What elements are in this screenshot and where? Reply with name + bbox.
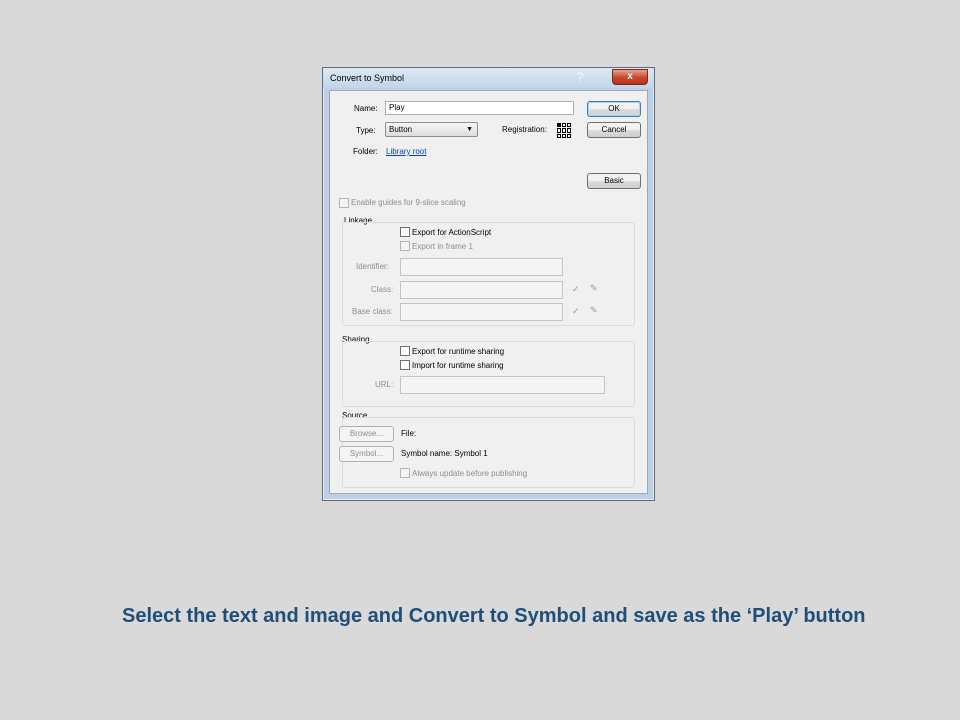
- registration-cell[interactable]: [557, 123, 561, 128]
- registration-cell[interactable]: [562, 123, 566, 128]
- chevron-down-icon: ▼: [466, 126, 473, 133]
- file-label: File:: [401, 429, 417, 438]
- type-select[interactable]: Button ▼: [385, 122, 478, 137]
- import-runtime-checkbox[interactable]: [400, 360, 410, 370]
- check-icon[interactable]: ✓: [572, 284, 580, 295]
- registration-cell[interactable]: [567, 123, 571, 128]
- always-update-checkbox[interactable]: [400, 468, 410, 478]
- class-label: Class:: [371, 285, 394, 294]
- type-label: Type:: [356, 126, 376, 135]
- registration-cell[interactable]: [562, 133, 566, 138]
- edit-pencil-icon[interactable]: ✎: [590, 283, 598, 294]
- export-actionscript-checkbox[interactable]: [400, 227, 410, 237]
- dialog-body: Name: Play Type: Button ▼ Registration: …: [329, 90, 648, 494]
- export-frame1-checkbox[interactable]: [400, 241, 410, 251]
- import-runtime-label: Import for runtime sharing: [412, 361, 504, 370]
- help-icon[interactable]: ?: [576, 69, 584, 85]
- name-label: Name:: [354, 104, 378, 113]
- registration-label: Registration:: [502, 125, 547, 134]
- nine-slice-checkbox[interactable]: [339, 198, 349, 208]
- dialog-title: Convert to Symbol: [330, 73, 405, 83]
- identifier-label: Identifier:: [356, 262, 389, 271]
- dialog-titlebar[interactable]: Convert to Symbol ? x: [323, 68, 654, 88]
- base-class-label: Base class:: [352, 307, 393, 316]
- url-input[interactable]: [400, 376, 605, 394]
- registration-cell[interactable]: [567, 128, 571, 133]
- export-runtime-label: Export for runtime sharing: [412, 347, 505, 356]
- symbol-button[interactable]: Symbol...: [339, 446, 394, 462]
- type-select-value: Button: [389, 125, 413, 134]
- export-runtime-checkbox[interactable]: [400, 346, 410, 356]
- symbol-name-label: Symbol name: Symbol 1: [401, 449, 488, 458]
- edit-pencil-icon[interactable]: ✎: [590, 305, 598, 316]
- identifier-input[interactable]: [400, 258, 563, 276]
- registration-grid[interactable]: [557, 123, 572, 138]
- slide-caption: Select the text and image and Convert to…: [122, 605, 866, 627]
- base-class-input[interactable]: [400, 303, 563, 321]
- folder-label: Folder:: [353, 147, 378, 156]
- basic-button[interactable]: Basic: [587, 173, 641, 189]
- registration-cell[interactable]: [557, 128, 561, 133]
- class-input[interactable]: [400, 281, 563, 299]
- nine-slice-label: Enable guides for 9-slice scaling: [351, 198, 466, 207]
- export-frame1-label: Export in frame 1: [412, 242, 473, 251]
- name-input[interactable]: Play: [385, 101, 574, 115]
- cancel-button[interactable]: Cancel: [587, 122, 641, 138]
- url-label: URL:: [375, 380, 394, 389]
- close-button[interactable]: x: [612, 69, 648, 85]
- always-update-label: Always update before publishing: [412, 469, 528, 478]
- registration-cell[interactable]: [562, 128, 566, 133]
- folder-library-root-link[interactable]: Library root: [386, 147, 426, 156]
- check-icon[interactable]: ✓: [572, 306, 580, 317]
- registration-cell[interactable]: [557, 133, 561, 138]
- export-actionscript-label: Export for ActionScript: [412, 228, 492, 237]
- browse-button[interactable]: Browse...: [339, 426, 394, 442]
- registration-cell[interactable]: [567, 133, 571, 138]
- ok-button[interactable]: OK: [587, 101, 641, 117]
- convert-to-symbol-dialog: Convert to Symbol ? x Name: Play Type: B…: [322, 67, 655, 501]
